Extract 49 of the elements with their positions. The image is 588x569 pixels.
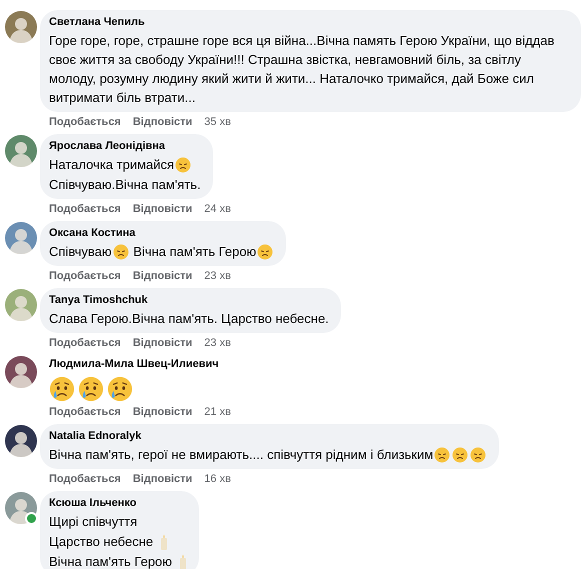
- sad-face-icon: [257, 244, 274, 260]
- avatar[interactable]: [5, 356, 37, 388]
- comment-time: 21 хв: [204, 405, 231, 419]
- author-name[interactable]: Людмила-Мила Швец-Илиевич: [49, 357, 219, 372]
- online-status-dot: [25, 512, 38, 525]
- comment-time: 24 хв: [204, 202, 231, 216]
- like-link[interactable]: Подобається: [49, 472, 121, 486]
- like-link[interactable]: Подобається: [49, 405, 121, 419]
- sad-face-icon: [434, 446, 450, 462]
- comment-text: Співчуваю.Вічна пам'ять.: [49, 176, 201, 194]
- comment-text: Співчуваю: [49, 243, 112, 261]
- sad-face-icon: [175, 156, 192, 172]
- reply-link[interactable]: Відповісти: [132, 269, 192, 283]
- comment-time: 23 хв: [204, 269, 231, 283]
- like-link[interactable]: Подобається: [49, 269, 121, 283]
- sad-face-icon: [452, 446, 468, 462]
- reply-link[interactable]: Відповісти: [132, 472, 192, 486]
- comment-text: Щирі співчуття: [49, 513, 138, 531]
- comment-text: Вічна пам'ять, герої не вмирають.... співчуття рідним і близьким: [49, 446, 434, 464]
- comment-text: Слава Герою.Вічна пам'ять. Царство небесне.: [49, 310, 329, 328]
- reply-link[interactable]: Відповісти: [132, 202, 192, 216]
- crying-face-icon: [78, 376, 104, 402]
- avatar[interactable]: [5, 425, 37, 457]
- like-link[interactable]: Подобається: [49, 202, 121, 216]
- comment-time: 23 хв: [204, 336, 231, 350]
- candle-icon: [178, 554, 187, 569]
- author-name[interactable]: Ярослава Леонідівна: [49, 139, 201, 154]
- reply-link[interactable]: Відповісти: [132, 115, 192, 129]
- comment-text: Вічна пам'ять Герою: [49, 553, 174, 569]
- comment-time: 35 хв: [204, 115, 231, 129]
- comment-text: Царство небесне: [49, 533, 154, 551]
- author-name[interactable]: Ксюша Ільченко: [49, 496, 187, 511]
- like-link[interactable]: Подобається: [49, 115, 121, 129]
- author-name[interactable]: Tanya Timoshchuk: [49, 293, 329, 308]
- sad-face-icon: [470, 446, 486, 462]
- sad-face-icon: [112, 244, 129, 260]
- comment-text: Вічна пам'ять Герою: [132, 243, 256, 261]
- candle-icon: [160, 534, 168, 550]
- crying-face-icon: [49, 376, 75, 402]
- comment-text: Горе горе, горе, страшне горе вся ця війна...Вічна память Герою України, що віддав своє життя за свободу України!!! Страшна звістка, невгамовний біль, за світлу молоду, розумну людину який жити й жити... Наталочко тримайся, дай Боже сил витримати біль втрати...: [49, 32, 556, 107]
- reply-link[interactable]: Відповісти: [132, 336, 192, 350]
- crying-face-icon: [107, 376, 133, 402]
- author-name[interactable]: Светлана Чепиль: [49, 15, 569, 30]
- author-name[interactable]: Оксана Костина: [49, 226, 274, 241]
- comment-text: Наталочка тримайся: [49, 156, 174, 174]
- comment-time: 16 хв: [204, 472, 231, 486]
- author-name[interactable]: Natalia Ednoralyk: [49, 429, 488, 444]
- like-link[interactable]: Подобається: [49, 336, 121, 350]
- reply-link[interactable]: Відповісти: [132, 405, 192, 419]
